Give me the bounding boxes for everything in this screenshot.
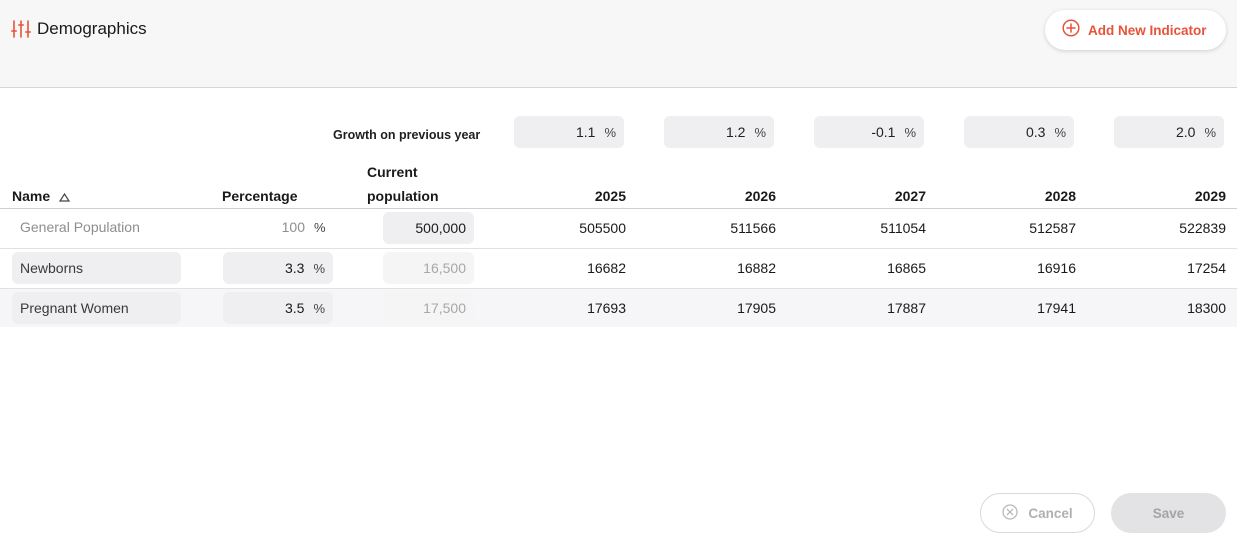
year-value: 16882 xyxy=(737,260,776,276)
growth-unit: % xyxy=(904,124,916,140)
percentage-input[interactable]: 3.3% xyxy=(223,252,333,284)
growth-input-2026[interactable]: 1.2% xyxy=(664,116,774,148)
row-percentage: 100 xyxy=(281,219,305,235)
percent-unit: % xyxy=(313,260,325,276)
plus-circle-icon xyxy=(1062,18,1080,42)
year-value: 17905 xyxy=(737,300,776,316)
row-name: Newborns xyxy=(20,260,84,276)
growth-unit: % xyxy=(754,124,766,140)
cancel-label: Cancel xyxy=(1028,505,1073,521)
current-population-value: 16,500 xyxy=(423,260,466,276)
column-header-current-population-line1: Current xyxy=(367,164,418,180)
percent-unit: % xyxy=(314,220,326,235)
column-header-name[interactable]: Name xyxy=(12,188,71,205)
year-value: 16865 xyxy=(887,260,926,276)
row-divider xyxy=(0,248,1237,249)
year-value: 16682 xyxy=(587,260,626,276)
column-header-2027: 2027 xyxy=(894,188,926,204)
growth-value: 1.2 xyxy=(725,124,746,140)
row-percentage: 3.3 xyxy=(284,260,305,276)
save-label: Save xyxy=(1152,505,1185,521)
row-percentage: 3.5 xyxy=(284,300,305,316)
header-divider xyxy=(0,208,1237,209)
current-population-input[interactable]: 500,000 xyxy=(383,212,474,244)
growth-value: -0.1 xyxy=(871,124,896,140)
current-population-input[interactable]: 17,500 xyxy=(383,292,474,324)
row-name: General Population xyxy=(20,219,140,235)
year-value: 16916 xyxy=(1037,260,1076,276)
growth-input-2027[interactable]: -0.1% xyxy=(814,116,924,148)
year-value: 17693 xyxy=(587,300,626,316)
growth-unit: % xyxy=(1054,124,1066,140)
percentage-input[interactable]: 3.5% xyxy=(223,292,333,324)
add-new-indicator-button[interactable]: Add New Indicator xyxy=(1045,10,1226,50)
add-new-indicator-label: Add New Indicator xyxy=(1088,22,1207,38)
title-group: Demographics xyxy=(11,19,147,39)
column-header-current-population-line2: population xyxy=(367,188,439,204)
year-value: 17887 xyxy=(887,300,926,316)
growth-unit: % xyxy=(1204,124,1216,140)
growth-label: Growth on previous year xyxy=(333,128,481,142)
column-header-2029: 2029 xyxy=(1194,188,1226,204)
growth-input-2028[interactable]: 0.3% xyxy=(964,116,1074,148)
growth-value: 0.3 xyxy=(1025,124,1046,140)
year-value: 17254 xyxy=(1187,260,1226,276)
column-header-percentage: Percentage xyxy=(222,188,298,204)
save-button[interactable]: Save xyxy=(1111,493,1226,533)
year-value: 505500 xyxy=(579,220,626,236)
page-header: Demographics Add New Indicator xyxy=(0,0,1237,88)
x-circle-icon xyxy=(1002,503,1028,523)
growth-input-2025[interactable]: 1.1% xyxy=(514,116,624,148)
percent-unit: % xyxy=(313,300,325,316)
column-header-2028: 2028 xyxy=(1044,188,1076,204)
page-title: Demographics xyxy=(37,19,147,38)
growth-value: 2.0 xyxy=(1175,124,1196,140)
column-header-name-label: Name xyxy=(12,188,51,204)
growth-value: 1.1 xyxy=(575,124,596,140)
year-value: 522839 xyxy=(1179,220,1226,236)
growth-unit: % xyxy=(604,124,616,140)
current-population-input[interactable]: 16,500 xyxy=(383,252,474,284)
year-value: 511054 xyxy=(880,220,926,236)
row-name-input[interactable]: Newborns xyxy=(12,252,181,284)
year-value: 18300 xyxy=(1187,300,1226,316)
row-name-input[interactable]: Pregnant Women xyxy=(12,292,181,324)
current-population-value: 17,500 xyxy=(423,300,466,316)
column-header-2025: 2025 xyxy=(594,188,626,204)
year-value: 511566 xyxy=(730,220,776,236)
year-value: 512587 xyxy=(1029,220,1076,236)
cancel-button[interactable]: Cancel xyxy=(980,493,1095,533)
sliders-icon xyxy=(11,19,31,39)
sort-ascending-icon[interactable] xyxy=(59,189,71,205)
column-header-2026: 2026 xyxy=(744,188,776,204)
row-name: Pregnant Women xyxy=(20,300,129,316)
year-value: 17941 xyxy=(1037,300,1076,316)
current-population-value: 500,000 xyxy=(415,220,466,236)
growth-input-2029[interactable]: 2.0% xyxy=(1114,116,1224,148)
